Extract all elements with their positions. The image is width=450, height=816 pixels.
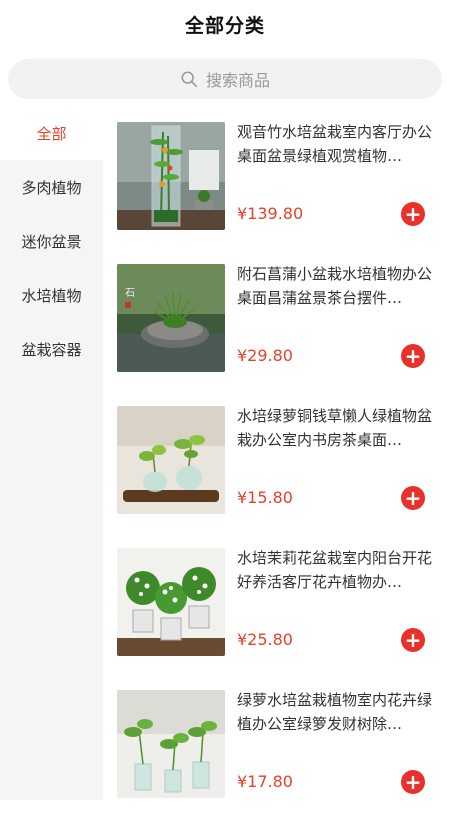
product-list: 观音竹水培盆栽室内客厅办公桌面盆景绿植观赏植物… ¥139.80 + 石 附石菖… (103, 106, 450, 800)
plus-icon: + (404, 628, 422, 652)
add-to-cart-button[interactable]: + (401, 486, 425, 510)
product-item[interactable]: 观音竹水培盆栽室内客厅办公桌面盆景绿植观赏植物… ¥139.80 + (103, 106, 450, 248)
sidebar-item-hydroponic[interactable]: 水培植物 (0, 268, 103, 322)
product-image[interactable] (117, 122, 225, 230)
sidebar-item-label: 多肉植物 (21, 178, 82, 197)
product-name[interactable]: 观音竹水培盆栽室内客厅办公桌面盆景绿植观赏植物… (237, 120, 437, 168)
product-image[interactable] (117, 406, 225, 514)
sidebar-item-label: 全部 (36, 124, 67, 143)
product-name[interactable]: 水培茉莉花盆栽室内阳台开花好养活客厅花卉植物办… (237, 546, 437, 594)
sidebar-item-succulents[interactable]: 多肉植物 (0, 160, 103, 214)
product-image[interactable] (117, 690, 225, 798)
svg-text:石: 石 (125, 288, 135, 299)
plus-icon: + (404, 486, 422, 510)
plus-icon: + (404, 344, 422, 368)
app-header: 全部分类 (0, 0, 450, 48)
plus-icon: + (404, 770, 422, 794)
sidebar-item-all[interactable]: 全部 (0, 106, 103, 160)
product-item[interactable]: 水培绿萝铜钱草懒人绿植物盆栽办公室内书房茶桌面… ¥15.80 + (103, 390, 450, 532)
add-to-cart-button[interactable]: + (401, 344, 425, 368)
sidebar-item-mini-bonsai[interactable]: 迷你盆景 (0, 214, 103, 268)
product-name[interactable]: 附石菖蒲小盆栽水培植物办公桌面昌蒲盆景茶台摆件… (237, 262, 437, 310)
sidebar-item-label: 水培植物 (21, 286, 82, 305)
sidebar-item-label: 盆栽容器 (21, 340, 82, 359)
sidebar-item-containers[interactable]: 盆栽容器 (0, 322, 103, 376)
add-to-cart-button[interactable]: + (401, 770, 425, 794)
add-to-cart-button[interactable]: + (401, 628, 425, 652)
sidebar-item-label: 迷你盆景 (21, 232, 82, 251)
search-bar[interactable]: 搜索商品 (8, 59, 442, 99)
product-name[interactable]: 绿萝水培盆栽植物室内花卉绿植办公室绿箩发财树除… (237, 688, 437, 736)
plus-icon: + (404, 202, 422, 226)
product-price: ¥25.80 (237, 630, 293, 649)
add-to-cart-button[interactable]: + (401, 202, 425, 226)
product-price: ¥15.80 (237, 488, 293, 507)
product-name[interactable]: 水培绿萝铜钱草懒人绿植物盆栽办公室内书房茶桌面… (237, 404, 437, 452)
product-item[interactable]: 绿萝水培盆栽植物室内花卉绿植办公室绿箩发财树除… ¥17.80 + (103, 674, 450, 816)
product-image[interactable]: 石 (117, 264, 225, 372)
product-price: ¥139.80 (237, 204, 304, 223)
product-item[interactable]: 石 附石菖蒲小盆栽水培植物办公桌面昌蒲盆景茶台摆件… ¥29.80 + (103, 248, 450, 390)
product-price: ¥17.80 (237, 772, 293, 791)
search-placeholder: 搜索商品 (205, 71, 270, 90)
product-item[interactable]: 水培茉莉花盆栽室内阳台开花好养活客厅花卉植物办… ¥25.80 + (103, 532, 450, 674)
category-sidebar: 全部 多肉植物 迷你盆景 水培植物 盆栽容器 (0, 106, 103, 800)
search-icon (181, 71, 197, 88)
product-image[interactable] (117, 548, 225, 656)
product-price: ¥29.80 (237, 346, 293, 365)
page-title: 全部分类 (184, 14, 265, 37)
